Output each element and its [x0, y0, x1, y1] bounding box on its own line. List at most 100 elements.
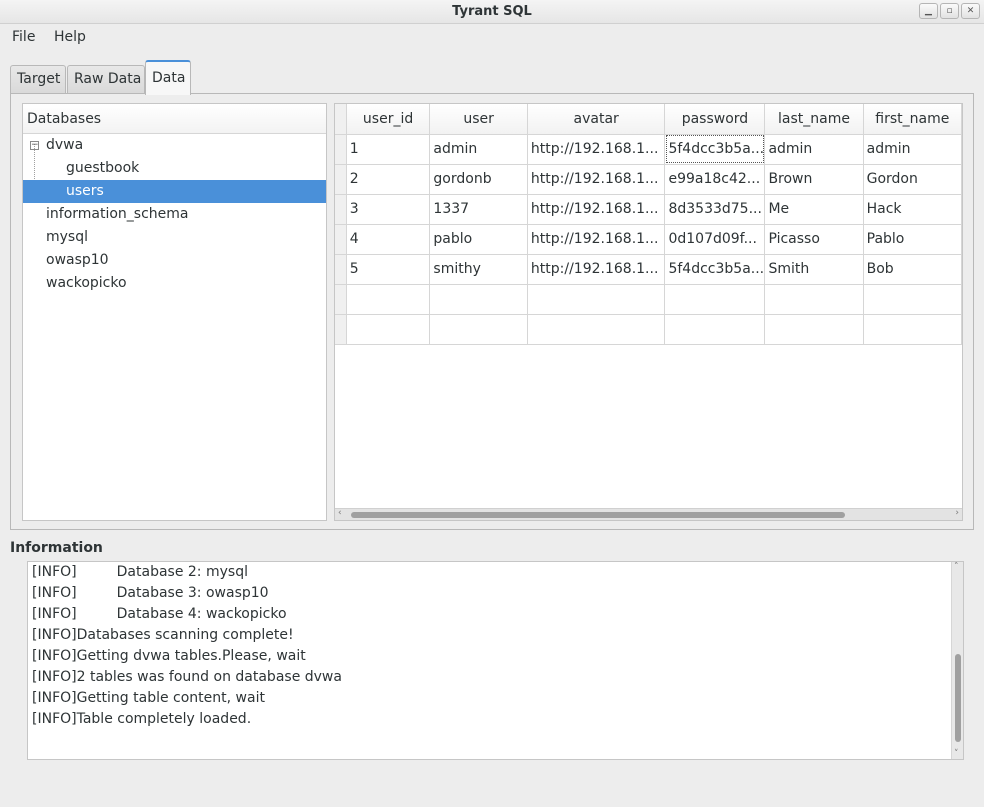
maximize-icon[interactable]: ▫	[940, 3, 959, 19]
table-row[interactable]: 2 gordonb http://192.168.1... e99a18c42.…	[335, 164, 962, 195]
table-cell[interactable]: admin	[429, 134, 528, 165]
vertical-scrollbar[interactable]: ˄ ˅	[951, 562, 963, 759]
table-row[interactable]: 1 admin http://192.168.1... 5f4dcc3b5a..…	[335, 134, 962, 165]
table-cell[interactable]: Smith	[764, 254, 864, 285]
minimize-icon[interactable]: ▁	[919, 3, 938, 19]
table-cell[interactable]: http://192.168.1...	[527, 134, 666, 165]
table-cell[interactable]: admin	[863, 134, 962, 165]
menu-help[interactable]: Help	[54, 29, 86, 45]
tab-target[interactable]: Target	[10, 65, 66, 94]
table-cell[interactable]: Gordon	[863, 164, 962, 195]
log-line: [INFO]Getting table content, wait	[32, 690, 265, 706]
row-header[interactable]	[335, 224, 347, 255]
table-cell[interactable]	[664, 284, 766, 315]
tree-item-label: wackopicko	[46, 275, 127, 291]
table-cell[interactable]: http://192.168.1...	[527, 164, 666, 195]
table-cell[interactable]	[764, 284, 864, 315]
row-header[interactable]	[335, 284, 347, 315]
table-cell[interactable]	[429, 284, 528, 315]
tree-header: Databases	[23, 104, 326, 134]
log-line: [INFO]2 tables was found on database dvw…	[32, 669, 342, 685]
column-header[interactable]: password	[664, 104, 766, 135]
scroll-up-icon[interactable]: ˄	[954, 562, 959, 572]
table-row[interactable]: 5 smithy http://192.168.1... 5f4dcc3b5a.…	[335, 254, 962, 285]
table-cell[interactable]: 5	[346, 254, 431, 285]
collapse-icon[interactable]: −	[30, 141, 39, 150]
log-line: [INFO] Database 4: wackopicko	[32, 606, 287, 622]
tree-item-dvwa[interactable]: − dvwa	[23, 134, 326, 157]
table-cell[interactable]: e99a18c42...	[664, 164, 766, 195]
row-header[interactable]	[335, 164, 347, 195]
table-cell[interactable]: Pablo	[863, 224, 962, 255]
table-cell[interactable]: gordonb	[429, 164, 528, 195]
scroll-right-icon[interactable]: ›	[955, 508, 959, 518]
table-row[interactable]: 3 1337 http://192.168.1... 8d3533d75... …	[335, 194, 962, 225]
log-line: [INFO]Getting dvwa tables.Please, wait	[32, 648, 306, 664]
close-icon[interactable]: ✕	[961, 3, 980, 19]
tree-item-information-schema[interactable]: information_schema	[23, 203, 326, 226]
row-header[interactable]	[335, 134, 347, 165]
tree-item-mysql[interactable]: mysql	[23, 226, 326, 249]
table-cell[interactable]: 1	[346, 134, 431, 165]
table-cell[interactable]: 5f4dcc3b5a...	[664, 254, 766, 285]
table-cell[interactable]	[527, 284, 666, 315]
horizontal-scrollbar[interactable]: ‹ ›	[335, 508, 962, 520]
tree-item-wackopicko[interactable]: wackopicko	[23, 272, 326, 295]
scroll-thumb[interactable]	[351, 512, 845, 518]
title-bar: Tyrant SQL ▁ ▫ ✕	[0, 0, 984, 24]
table-cell[interactable]	[764, 314, 864, 345]
tree-item-label: guestbook	[66, 160, 140, 176]
table-cell[interactable]: 8d3533d75...	[664, 194, 766, 225]
table-cell[interactable]	[346, 314, 431, 345]
data-grid[interactable]: user_id user avatar password last_name f…	[334, 103, 963, 521]
scroll-thumb[interactable]	[955, 654, 961, 742]
table-row[interactable]	[335, 284, 962, 315]
table-cell[interactable]: Hack	[863, 194, 962, 225]
table-row[interactable]: 4 pablo http://192.168.1... 0d107d09f...…	[335, 224, 962, 255]
tree-item-guestbook[interactable]: guestbook	[23, 157, 326, 180]
table-cell[interactable]	[527, 314, 666, 345]
tree-item-users[interactable]: users	[23, 180, 326, 203]
database-tree[interactable]: Databases − dvwa guestbook users informa…	[22, 103, 327, 521]
table-cell[interactable]: smithy	[429, 254, 528, 285]
tree-item-label: dvwa	[46, 137, 84, 153]
table-cell[interactable]	[863, 314, 962, 345]
table-cell[interactable]: 0d107d09f...	[664, 224, 766, 255]
table-cell[interactable]: http://192.168.1...	[527, 224, 666, 255]
tab-raw-data[interactable]: Raw Data	[67, 65, 145, 94]
column-header[interactable]: user	[429, 104, 528, 135]
menu-file[interactable]: File	[12, 29, 35, 45]
data-panel: Databases − dvwa guestbook users informa…	[10, 93, 974, 530]
table-cell[interactable]: 4	[346, 224, 431, 255]
table-cell[interactable]	[664, 314, 766, 345]
row-header[interactable]	[335, 194, 347, 225]
table-cell[interactable]: Brown	[764, 164, 864, 195]
table-cell[interactable]	[346, 284, 431, 315]
column-header[interactable]: last_name	[764, 104, 864, 135]
table-cell[interactable]: 5f4dcc3b5a...	[664, 134, 766, 165]
table-cell[interactable]	[863, 284, 962, 315]
tree-item-owasp10[interactable]: owasp10	[23, 249, 326, 272]
tab-data[interactable]: Data	[145, 60, 191, 95]
row-header[interactable]	[335, 254, 347, 285]
table-row[interactable]	[335, 314, 962, 345]
log-line: [INFO] Database 2: mysql	[32, 564, 248, 580]
table-cell[interactable]: Bob	[863, 254, 962, 285]
information-log[interactable]: [INFO] Database 2: mysql [INFO] Database…	[27, 561, 964, 760]
table-cell[interactable]: 3	[346, 194, 431, 225]
table-cell[interactable]: Picasso	[764, 224, 864, 255]
table-cell[interactable]: admin	[764, 134, 864, 165]
scroll-down-icon[interactable]: ˅	[954, 749, 959, 759]
table-cell[interactable]: 2	[346, 164, 431, 195]
column-header[interactable]: avatar	[527, 104, 666, 135]
column-header[interactable]: user_id	[346, 104, 431, 135]
table-cell[interactable]: pablo	[429, 224, 528, 255]
table-cell[interactable]: http://192.168.1...	[527, 194, 666, 225]
row-header[interactable]	[335, 314, 347, 345]
table-cell[interactable]: Me	[764, 194, 864, 225]
table-cell[interactable]: http://192.168.1...	[527, 254, 666, 285]
table-cell[interactable]: 1337	[429, 194, 528, 225]
table-cell[interactable]	[429, 314, 528, 345]
scroll-left-icon[interactable]: ‹	[338, 508, 342, 518]
column-header[interactable]: first_name	[863, 104, 962, 135]
